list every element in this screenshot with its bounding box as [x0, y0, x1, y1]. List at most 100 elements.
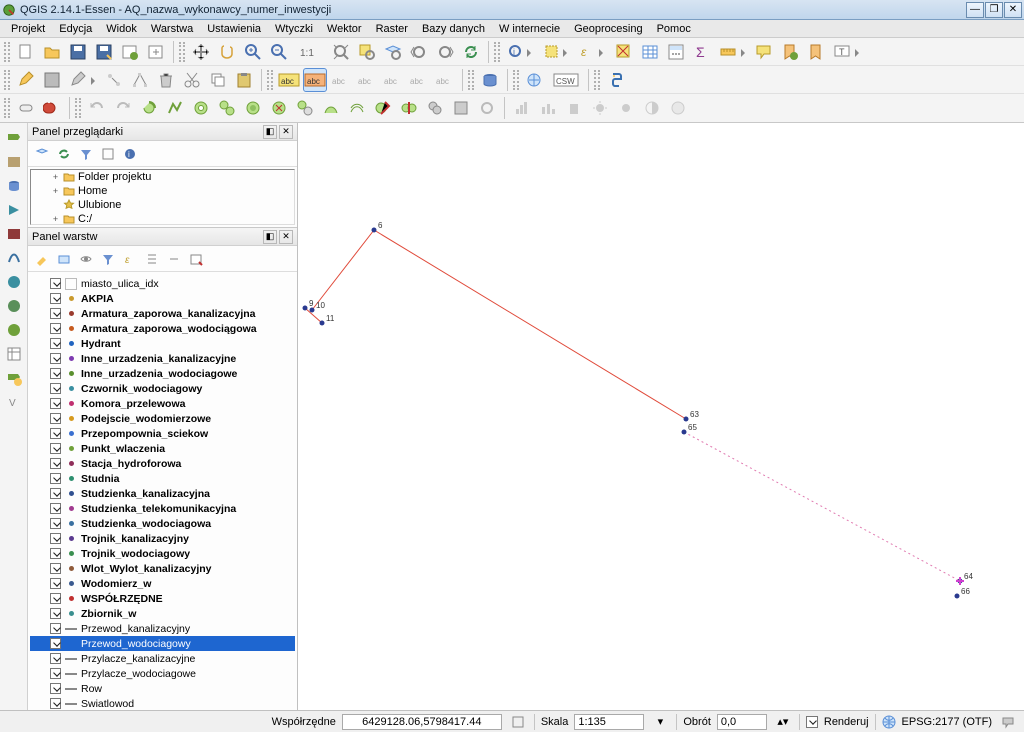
layer-visibility-checkbox[interactable] — [50, 503, 61, 514]
text-annotation-button[interactable]: T — [830, 40, 864, 64]
node-tool-button[interactable] — [128, 68, 152, 92]
layer-visibility-checkbox[interactable] — [50, 698, 61, 709]
add-ring-button[interactable] — [189, 96, 213, 120]
messages-button[interactable] — [998, 712, 1018, 732]
crs-label[interactable]: EPSG:2177 (OTF) — [902, 716, 992, 728]
raster-stretch-button[interactable] — [536, 96, 560, 120]
csw-button[interactable]: CSW — [549, 68, 583, 92]
scale-input[interactable] — [574, 714, 644, 730]
paste-features-button[interactable] — [232, 68, 256, 92]
menu-raster[interactable]: Raster — [369, 21, 415, 37]
expand-icon[interactable]: + — [51, 186, 60, 196]
raster-histogram-button[interactable] — [510, 96, 534, 120]
layer-item[interactable]: Komora_przelewowa — [30, 396, 295, 411]
browser-collapse-button[interactable] — [98, 144, 118, 164]
browser-item[interactable]: +C:/ — [31, 212, 294, 225]
new-project-button[interactable] — [14, 40, 38, 64]
layer-item[interactable]: WSPÓŁRZĘDNE — [30, 591, 295, 606]
enable-snapping-button[interactable] — [14, 96, 38, 120]
refresh-button[interactable] — [459, 40, 483, 64]
identify-button[interactable]: i — [504, 40, 538, 64]
layer-item[interactable]: Studnia — [30, 471, 295, 486]
composer-manager-button[interactable] — [144, 40, 168, 64]
label-abc-highlight-button[interactable]: abc — [303, 68, 327, 92]
layer-visibility-checkbox[interactable] — [50, 293, 61, 304]
layers-style-button[interactable] — [32, 249, 52, 269]
show-bookmarks-button[interactable] — [804, 40, 828, 64]
delete-ring-button[interactable] — [267, 96, 291, 120]
layer-item[interactable]: Studzienka_telekomunikacyjna — [30, 501, 295, 516]
add-raster-layer-button[interactable] — [3, 151, 25, 173]
add-wms-layer-button[interactable] — [3, 271, 25, 293]
layer-item[interactable]: Wlot_Wylot_kanalizacyjny — [30, 561, 295, 576]
layer-visibility-checkbox[interactable] — [50, 638, 61, 649]
browser-add-layer-button[interactable] — [32, 144, 52, 164]
redo-button[interactable] — [111, 96, 135, 120]
layer-visibility-checkbox[interactable] — [50, 683, 61, 694]
layer-item[interactable]: Inne_urzadzenia_kanalizacyjne — [30, 351, 295, 366]
layer-visibility-checkbox[interactable] — [50, 308, 61, 319]
layers-panel-close-button[interactable]: ✕ — [279, 230, 293, 244]
label-abc-1-button[interactable]: abc — [277, 68, 301, 92]
minimize-button[interactable]: — — [966, 2, 984, 18]
layers-filter-button[interactable] — [98, 249, 118, 269]
layer-item[interactable]: Row — [30, 681, 295, 696]
add-mssql-layer-button[interactable] — [3, 223, 25, 245]
maximize-button[interactable]: ❐ — [985, 2, 1003, 18]
browser-refresh-button[interactable] — [54, 144, 74, 164]
python-console-button[interactable] — [604, 68, 628, 92]
new-print-composer-button[interactable] — [118, 40, 142, 64]
add-spatialite-layer-button[interactable] — [3, 199, 25, 221]
layer-item[interactable]: Swiatlowod — [30, 696, 295, 710]
layers-collapse-button[interactable] — [164, 249, 184, 269]
layer-visibility-checkbox[interactable] — [50, 518, 61, 529]
menu-geoprocesing[interactable]: Geoprocesing — [567, 21, 650, 37]
split-features-button[interactable] — [371, 96, 395, 120]
browser-filter-button[interactable] — [76, 144, 96, 164]
layer-item[interactable]: Armatura_zaporowa_wodociągowa — [30, 321, 295, 336]
browser-panel-close-button[interactable]: ✕ — [279, 125, 293, 139]
layers-expression-filter-button[interactable]: ε — [120, 249, 140, 269]
layers-remove-button[interactable] — [186, 249, 206, 269]
layer-visibility-checkbox[interactable] — [50, 623, 61, 634]
merge-attributes-button[interactable] — [449, 96, 473, 120]
add-oracle-layer-button[interactable] — [3, 247, 25, 269]
toggle-editing-button[interactable] — [14, 68, 38, 92]
layer-visibility-checkbox[interactable] — [50, 443, 61, 454]
render-checkbox[interactable] — [806, 716, 818, 728]
layer-item[interactable]: Armatura_zaporowa_kanalizacyjna — [30, 306, 295, 321]
pan-to-selection-button[interactable] — [215, 40, 239, 64]
scale-dropdown-button[interactable]: ▾ — [650, 712, 670, 732]
zoom-in-button[interactable] — [241, 40, 265, 64]
move-feature-button[interactable] — [102, 68, 126, 92]
browser-item[interactable]: Ulubione — [31, 198, 294, 212]
menu-wektor[interactable]: Wektor — [320, 21, 369, 37]
toolbar-grip[interactable] — [75, 98, 81, 118]
toolbar-grip[interactable] — [4, 98, 10, 118]
close-button[interactable]: ✕ — [1004, 2, 1022, 18]
label-abc-6-button[interactable]: abc — [407, 68, 431, 92]
new-bookmark-button[interactable] — [778, 40, 802, 64]
layer-item[interactable]: Studzienka_kanalizacyjna — [30, 486, 295, 501]
menu-edycja[interactable]: Edycja — [52, 21, 99, 37]
layer-visibility-checkbox[interactable] — [50, 278, 61, 289]
rotation-input[interactable] — [717, 714, 767, 730]
copy-features-button[interactable] — [206, 68, 230, 92]
menu-ustawienia[interactable]: Ustawienia — [200, 21, 268, 37]
db-manager-button[interactable] — [478, 68, 502, 92]
layer-item[interactable]: Inne_urzadzenia_wodociagowe — [30, 366, 295, 381]
layer-visibility-checkbox[interactable] — [50, 668, 61, 679]
menu-bazy-danych[interactable]: Bazy danych — [415, 21, 492, 37]
layer-visibility-checkbox[interactable] — [50, 413, 61, 424]
label-abc-3-button[interactable]: abc — [329, 68, 353, 92]
delete-part-button[interactable] — [293, 96, 317, 120]
layers-visibility-button[interactable] — [76, 249, 96, 269]
toolbar-grip[interactable] — [179, 42, 185, 62]
pan-map-button[interactable] — [189, 40, 213, 64]
label-abc-5-button[interactable]: abc — [381, 68, 405, 92]
coord-input[interactable] — [342, 714, 502, 730]
layer-item[interactable]: Przylacze_kanalizacyjne — [30, 651, 295, 666]
label-abc-7-button[interactable]: abc — [433, 68, 457, 92]
layer-visibility-checkbox[interactable] — [50, 548, 61, 559]
layer-item[interactable]: Trojnik_wodociagowy — [30, 546, 295, 561]
